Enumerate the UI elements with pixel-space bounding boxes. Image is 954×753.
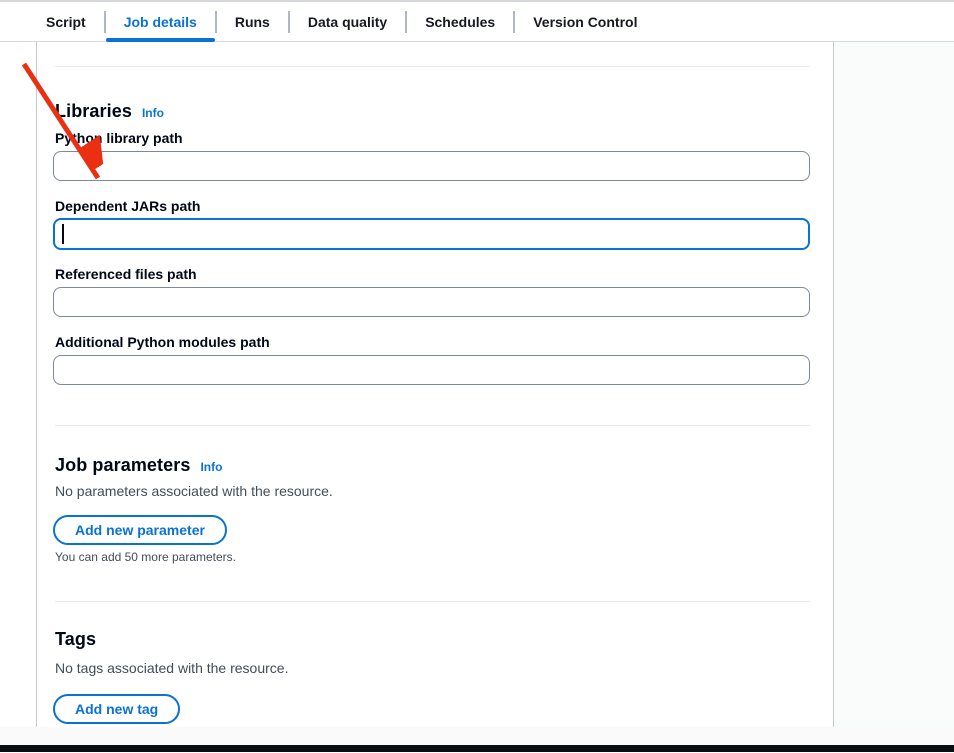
referenced-files-path-input[interactable] (53, 287, 810, 317)
tab-runs[interactable]: Runs (217, 2, 288, 41)
libraries-heading: Libraries (55, 101, 132, 122)
dependent-jars-path-input[interactable] (53, 218, 810, 250)
tab-version-control[interactable]: Version Control (515, 2, 655, 41)
additional-python-modules-path-input[interactable] (53, 355, 810, 385)
job-parameters-heading-row: Job parameters Info (55, 455, 222, 476)
add-new-tag-button[interactable]: Add new tag (53, 694, 180, 724)
tab-bar: Script Job details Runs Data quality Sch… (0, 0, 954, 42)
text-cursor (62, 224, 64, 244)
tab-job-details[interactable]: Job details (106, 2, 215, 41)
section-divider (55, 601, 810, 602)
bottom-strip (0, 727, 954, 745)
tags-empty-text: No tags associated with the resource. (55, 660, 288, 676)
python-library-path-input[interactable] (53, 151, 810, 181)
additional-python-modules-path-label: Additional Python modules path (55, 334, 270, 350)
right-gutter (834, 42, 954, 745)
job-parameters-empty-text: No parameters associated with the resour… (55, 483, 333, 499)
section-divider (55, 425, 810, 426)
referenced-files-path-label: Referenced files path (55, 266, 197, 282)
tab-script[interactable]: Script (28, 2, 104, 41)
tags-heading-row: Tags (55, 629, 96, 650)
tab-data-quality[interactable]: Data quality (290, 2, 405, 41)
libraries-heading-row: Libraries Info (55, 101, 164, 122)
libraries-info-link[interactable]: Info (142, 106, 164, 120)
python-library-path-label: Python library path (55, 130, 183, 146)
job-details-page: Script Job details Runs Data quality Sch… (0, 0, 954, 753)
section-divider (55, 66, 810, 67)
add-new-parameter-button[interactable]: Add new parameter (53, 515, 227, 545)
job-parameters-heading: Job parameters (55, 455, 190, 476)
dependent-jars-path-label: Dependent JARs path (55, 198, 200, 214)
tags-heading: Tags (55, 629, 96, 650)
job-parameters-helper-text: You can add 50 more parameters. (55, 550, 236, 564)
window-bottom-bar (0, 745, 954, 752)
tab-schedules[interactable]: Schedules (407, 2, 513, 41)
job-parameters-info-link[interactable]: Info (200, 460, 222, 474)
